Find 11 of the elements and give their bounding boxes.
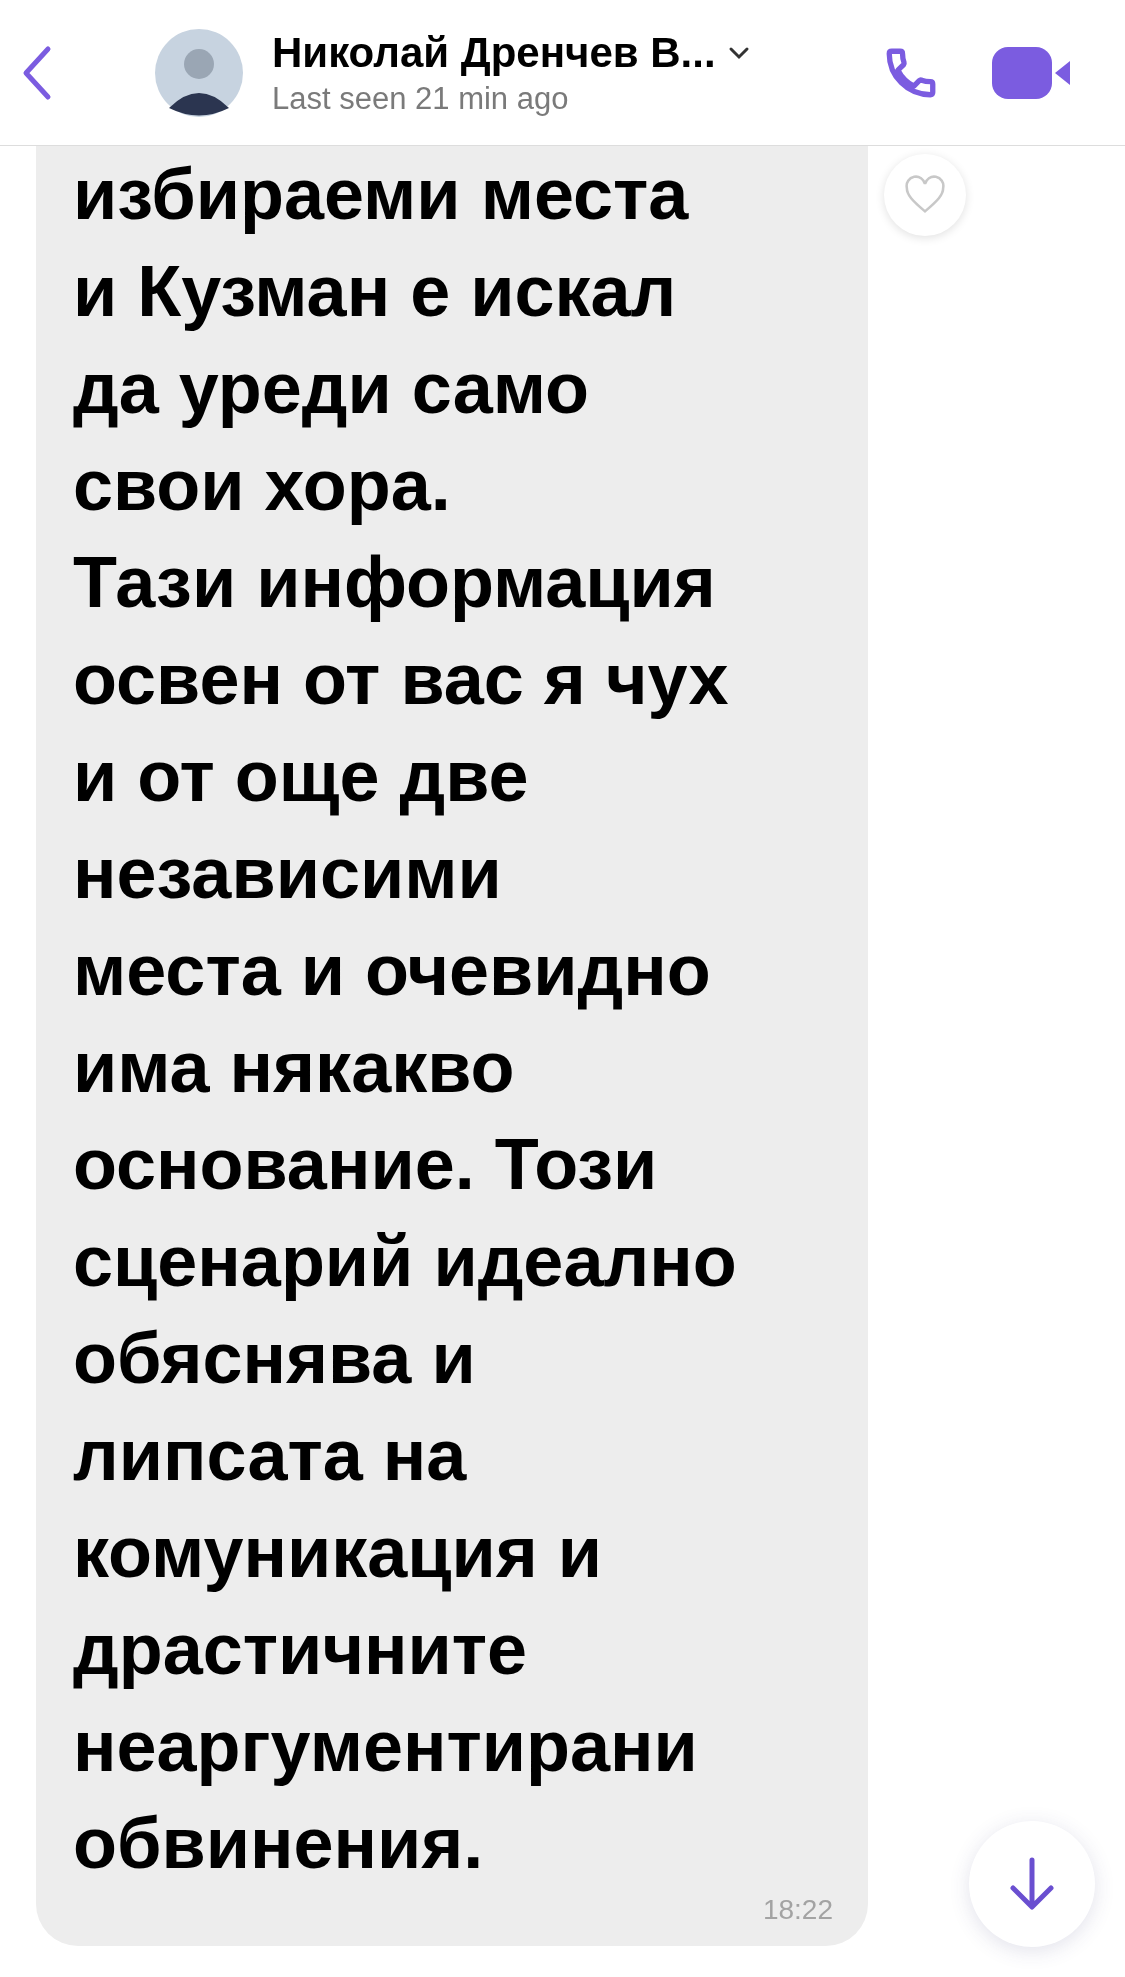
back-icon [22,44,52,101]
video-camera-icon [992,44,1072,101]
heart-icon [903,175,947,215]
video-call-button[interactable] [992,44,1072,101]
message-text: избираеми места и Кузман е искал да уреди само свои хора. Тази информация освен от вас я чух и от още две независими места и очевидно има някакво основание. Този сценарий идеално обяснява и липсата на комуникация и драстичните неаргументирани обвинения. [73,153,738,1885]
message-time: 18:22 [762,1894,833,1926]
avatar[interactable] [154,27,244,118]
chevron-down-icon[interactable] [727,45,750,60]
last-seen-status: Last seen 21 min ago [272,80,570,117]
contact-name[interactable]: Николай Дренчев В... [272,28,716,77]
arrow-down-icon [1007,1856,1057,1912]
